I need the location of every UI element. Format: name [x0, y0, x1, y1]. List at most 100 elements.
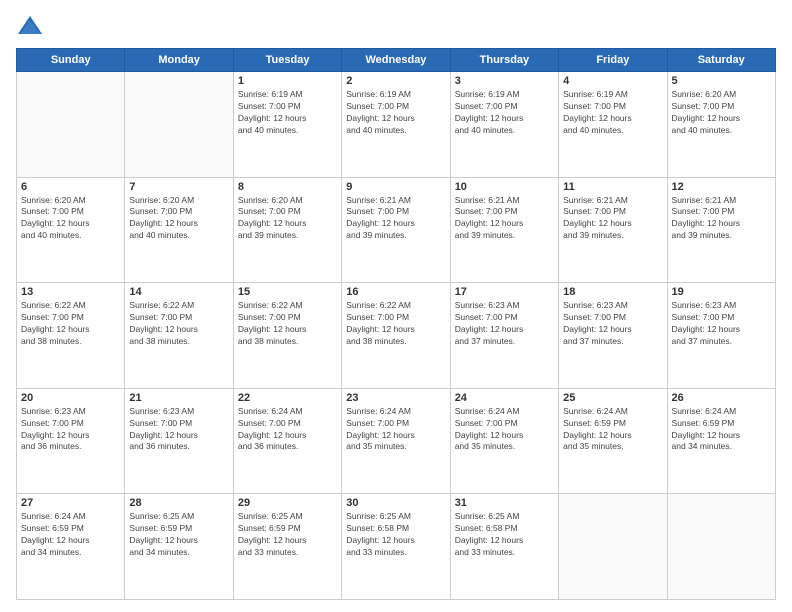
day-number: 28 [129, 497, 228, 509]
calendar-body: 1 Sunrise: 6:19 AM Sunset: 7:00 PM Daylig… [17, 72, 776, 600]
page: SundayMondayTuesdayWednesdayThursdayFrid… [0, 0, 792, 612]
calendar-cell [125, 72, 233, 178]
calendar-cell: 7Sunrise: 6:20 AM Sunset: 7:00 PM Daylig… [125, 177, 233, 283]
calendar-week-0: 1 Sunrise: 6:19 AM Sunset: 7:00 PM Daylig… [17, 72, 776, 178]
day-number: 29 [238, 497, 337, 509]
calendar-cell [559, 494, 667, 600]
day-info: Sunrise: 6:19 AM Sunset: 7:00 PM Dayligh… [346, 89, 445, 137]
day-info: Sunrise: 6:25 AM Sunset: 6:59 PM Dayligh… [129, 511, 228, 559]
day-number: 20 [21, 392, 120, 404]
day-info: Sunrise: 6:23 AM Sunset: 7:00 PM Dayligh… [129, 406, 228, 454]
day-info: Sunrise: 6:22 AM Sunset: 7:00 PM Dayligh… [346, 300, 445, 348]
day-number: 24 [455, 392, 554, 404]
calendar-cell: 18Sunrise: 6:23 AM Sunset: 7:00 PM Dayli… [559, 283, 667, 389]
day-number: 18 [563, 286, 662, 298]
calendar-cell: 16 Sunrise: 6:22 AM Sunset: 7:00 PM Dayli… [342, 283, 450, 389]
calendar-cell: 9 Sunrise: 6:21 AM Sunset: 7:00 PM Daylig… [342, 177, 450, 283]
calendar-cell: 11 Sunrise: 6:21 AM Sunset: 7:00 PM Dayli… [559, 177, 667, 283]
calendar-cell: 31Sunrise: 6:25 AM Sunset: 6:58 PM Dayli… [450, 494, 558, 600]
day-number: 31 [455, 497, 554, 509]
day-info: Sunrise: 6:19 AM Sunset: 7:00 PM Dayligh… [563, 89, 662, 137]
day-info: Sunrise: 6:20 AM Sunset: 7:00 PM Dayligh… [672, 89, 771, 137]
calendar-table: SundayMondayTuesdayWednesdayThursdayFrid… [16, 48, 776, 600]
calendar-cell [667, 494, 775, 600]
day-number: 26 [672, 392, 771, 404]
calendar-cell: 28 Sunrise: 6:25 AM Sunset: 6:59 PM Dayli… [125, 494, 233, 600]
calendar-cell: 1Sunrise: 6:19 AM Sunset: 7:00 PM Daylig… [233, 72, 341, 178]
day-info: Sunrise: 6:19 AM Sunset: 7:00 PM Dayligh… [455, 89, 554, 137]
day-number: 12 [672, 181, 771, 193]
day-info: Sunrise: 6:21 AM Sunset: 7:00 PM Dayligh… [672, 195, 771, 243]
calendar-cell: 5Sunrise: 6:20 AM Sunset: 7:00 PM Daylig… [667, 72, 775, 178]
calendar-week-3: 20 Sunrise: 6:23 AM Sunset: 7:00 PM Dayli… [17, 388, 776, 494]
calendar-cell: 19 Sunrise: 6:23 AM Sunset: 7:00 PM Dayli… [667, 283, 775, 389]
day-info: Sunrise: 6:20 AM Sunset: 7:00 PM Dayligh… [238, 195, 337, 243]
day-number: 22 [238, 392, 337, 404]
day-info: Sunrise: 6:23 AM Sunset: 7:00 PM Dayligh… [21, 406, 120, 454]
calendar-week-4: 27 Sunrise: 6:24 AM Sunset: 6:59 PM Dayli… [17, 494, 776, 600]
day-number: 27 [21, 497, 120, 509]
calendar-header-saturday: Saturday [667, 49, 775, 72]
day-info: Sunrise: 6:25 AM Sunset: 6:58 PM Dayligh… [346, 511, 445, 559]
calendar-header-wednesday: Wednesday [342, 49, 450, 72]
calendar-cell: 8 Sunrise: 6:20 AM Sunset: 7:00 PM Daylig… [233, 177, 341, 283]
day-info: Sunrise: 6:24 AM Sunset: 7:00 PM Dayligh… [238, 406, 337, 454]
day-info: Sunrise: 6:20 AM Sunset: 7:00 PM Dayligh… [21, 195, 120, 243]
logo [16, 12, 48, 40]
day-info: Sunrise: 6:23 AM Sunset: 7:00 PM Dayligh… [672, 300, 771, 348]
calendar-cell: 30 Sunrise: 6:25 AM Sunset: 6:58 PM Dayli… [342, 494, 450, 600]
calendar-cell: 10 Sunrise: 6:21 AM Sunset: 7:00 PM Dayli… [450, 177, 558, 283]
calendar-cell [17, 72, 125, 178]
day-number: 8 [238, 181, 337, 193]
calendar-header-friday: Friday [559, 49, 667, 72]
day-number: 21 [129, 392, 228, 404]
day-number: 6 [21, 181, 120, 193]
calendar-week-2: 13 Sunrise: 6:22 AM Sunset: 7:00 PM Dayli… [17, 283, 776, 389]
logo-icon [16, 12, 44, 40]
day-info: Sunrise: 6:24 AM Sunset: 6:59 PM Dayligh… [672, 406, 771, 454]
day-number: 16 [346, 286, 445, 298]
day-number: 15 [238, 286, 337, 298]
calendar-header-sunday: Sunday [17, 49, 125, 72]
calendar-cell: 21 Sunrise: 6:23 AM Sunset: 7:00 PM Dayli… [125, 388, 233, 494]
day-number: 30 [346, 497, 445, 509]
calendar-cell: 2Sunrise: 6:19 AM Sunset: 7:00 PM Daylig… [342, 72, 450, 178]
day-info: Sunrise: 6:21 AM Sunset: 7:00 PM Dayligh… [455, 195, 554, 243]
day-number: 9 [346, 181, 445, 193]
calendar-cell: 6 Sunrise: 6:20 AM Sunset: 7:00 PM Daylig… [17, 177, 125, 283]
calendar-cell: 13 Sunrise: 6:22 AM Sunset: 7:00 PM Dayli… [17, 283, 125, 389]
day-info: Sunrise: 6:21 AM Sunset: 7:00 PM Dayligh… [563, 195, 662, 243]
day-number: 10 [455, 181, 554, 193]
calendar-cell: 3 Sunrise: 6:19 AM Sunset: 7:00 PM Daylig… [450, 72, 558, 178]
calendar-cell: 4 Sunrise: 6:19 AM Sunset: 7:00 PM Daylig… [559, 72, 667, 178]
day-number: 3 [455, 75, 554, 87]
day-info: Sunrise: 6:23 AM Sunset: 7:00 PM Dayligh… [455, 300, 554, 348]
calendar-cell: 26 Sunrise: 6:24 AM Sunset: 6:59 PM Dayli… [667, 388, 775, 494]
day-info: Sunrise: 6:25 AM Sunset: 6:59 PM Dayligh… [238, 511, 337, 559]
day-info: Sunrise: 6:24 AM Sunset: 6:59 PM Dayligh… [563, 406, 662, 454]
calendar-header-row: SundayMondayTuesdayWednesdayThursdayFrid… [17, 49, 776, 72]
calendar-header-thursday: Thursday [450, 49, 558, 72]
day-number: 19 [672, 286, 771, 298]
calendar-cell: 17 Sunrise: 6:23 AM Sunset: 7:00 PM Dayli… [450, 283, 558, 389]
day-number: 13 [21, 286, 120, 298]
day-info: Sunrise: 6:24 AM Sunset: 7:00 PM Dayligh… [346, 406, 445, 454]
calendar-cell: 23 Sunrise: 6:24 AM Sunset: 7:00 PM Dayli… [342, 388, 450, 494]
day-number: 23 [346, 392, 445, 404]
calendar-cell: 14Sunrise: 6:22 AM Sunset: 7:00 PM Dayli… [125, 283, 233, 389]
calendar-cell: 12 Sunrise: 6:21 AM Sunset: 7:00 PM Dayli… [667, 177, 775, 283]
day-number: 4 [563, 75, 662, 87]
day-number: 7 [129, 181, 228, 193]
calendar-cell: 24Sunrise: 6:24 AM Sunset: 7:00 PM Dayli… [450, 388, 558, 494]
day-number: 1 [238, 75, 337, 87]
day-info: Sunrise: 6:22 AM Sunset: 7:00 PM Dayligh… [129, 300, 228, 348]
calendar-cell: 15Sunrise: 6:22 AM Sunset: 7:00 PM Dayli… [233, 283, 341, 389]
day-number: 17 [455, 286, 554, 298]
calendar-header-monday: Monday [125, 49, 233, 72]
day-info: Sunrise: 6:22 AM Sunset: 7:00 PM Dayligh… [21, 300, 120, 348]
day-number: 11 [563, 181, 662, 193]
day-info: Sunrise: 6:21 AM Sunset: 7:00 PM Dayligh… [346, 195, 445, 243]
calendar-cell: 22 Sunrise: 6:24 AM Sunset: 7:00 PM Dayli… [233, 388, 341, 494]
day-info: Sunrise: 6:24 AM Sunset: 6:59 PM Dayligh… [21, 511, 120, 559]
calendar-week-1: 6 Sunrise: 6:20 AM Sunset: 7:00 PM Daylig… [17, 177, 776, 283]
